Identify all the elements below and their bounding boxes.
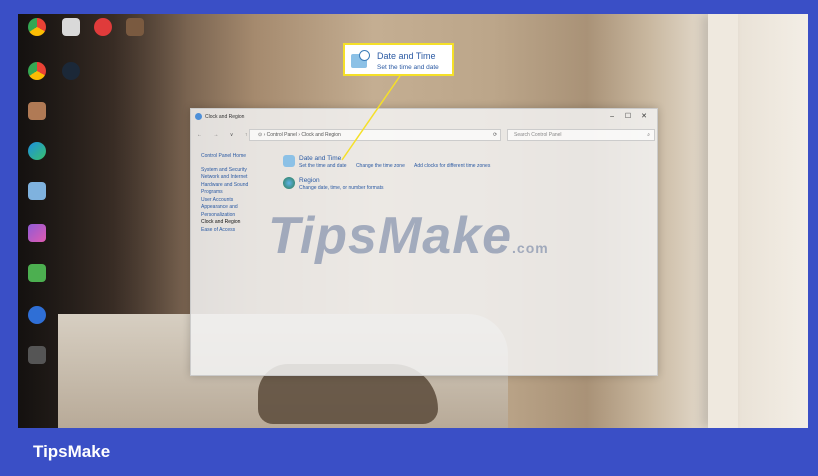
- callout-title: Date and Time: [377, 51, 436, 61]
- footer-bar: TipsMake: [0, 428, 818, 476]
- clock-icon: [351, 50, 370, 68]
- callout-subtitle: Set the time and date: [377, 64, 439, 71]
- callout-date-time: Date and Time Set the time and date: [343, 43, 454, 76]
- footer-brand: TipsMake: [33, 442, 111, 461]
